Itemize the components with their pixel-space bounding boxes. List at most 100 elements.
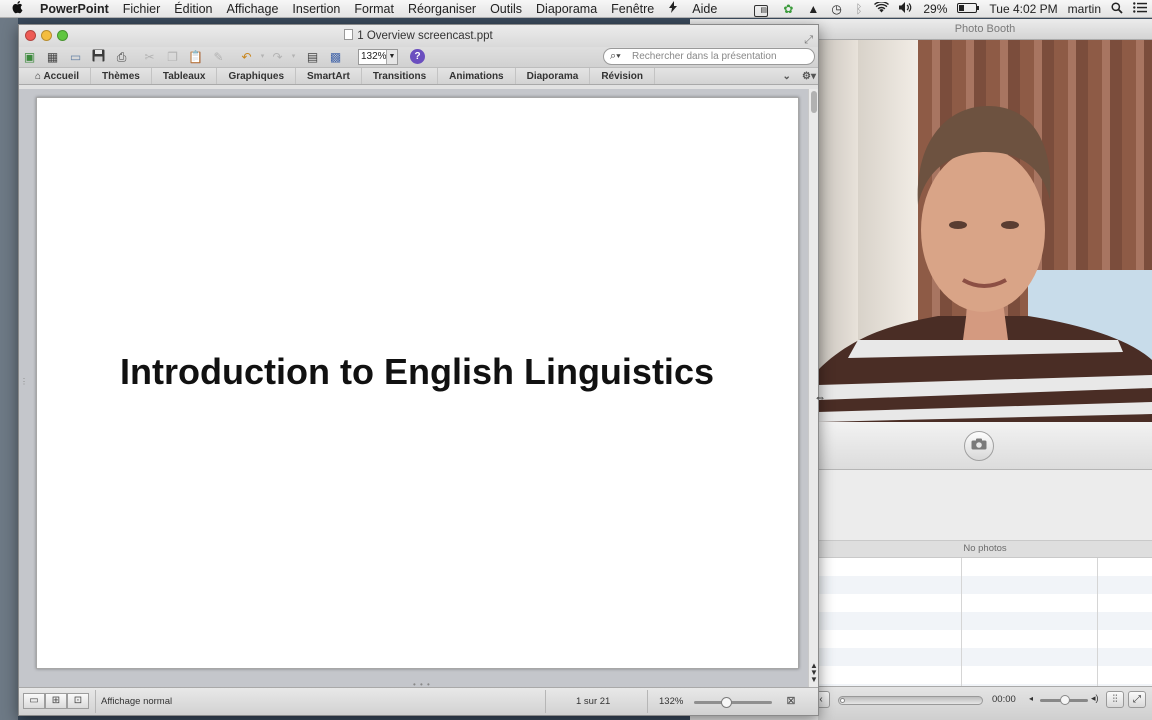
tab-revision[interactable]: Révision [590,68,655,84]
fit-to-window-icon[interactable]: ⊠ [783,693,799,709]
tab-themes[interactable]: Thèmes [91,68,152,84]
search-field[interactable]: ⌕▾ Rechercher dans la présentation [603,48,815,65]
evernote-icon[interactable]: ✿ [773,2,797,16]
help-button[interactable]: ? [410,49,425,64]
battery-percent[interactable]: 29% [918,2,952,16]
take-photo-button[interactable] [964,431,994,461]
save-icon[interactable] [90,49,107,65]
scroll-thumb[interactable] [811,91,817,113]
search-icon[interactable]: ⌕▾ [610,49,621,64]
zoom-dropdown-icon[interactable]: ▼ [386,50,397,64]
open-icon[interactable]: ▭ [67,49,84,65]
script-menu-icon[interactable] [661,1,685,16]
zoom-select[interactable]: 132% ▼ [358,49,398,65]
tab-label: Accueil [43,71,80,82]
photo-tray [818,470,1152,540]
ribbon-settings-gear-icon[interactable]: ⚙▾ [802,71,816,82]
camera-icon [971,437,987,455]
wifi-icon[interactable] [869,1,894,16]
slide-canvas[interactable]: Introduction to English Linguistics [36,97,799,669]
person-silhouette [818,106,1152,422]
ppt-title-bar: 1 Overview screencast.ppt ⤢ [19,25,818,47]
normal-view-button[interactable]: ▭ [23,693,45,709]
playback-progress-bar[interactable] [838,696,983,705]
format-painter-icon[interactable]: ✎ [210,49,227,65]
desktop-background [0,18,18,720]
menu-extras: ▤ ✿ ▲ ◷ ᛒ 29% Tue 4:02 PM martin [749,0,1152,18]
slideshow-view-button[interactable]: ⊡ [67,693,89,709]
volume-low-icon: ◂ [1029,694,1034,703]
menu-insertion[interactable]: Insertion [285,2,347,16]
tab-graphiques[interactable]: Graphiques [217,68,297,84]
zoom-slider[interactable] [694,697,772,708]
divider [95,690,96,713]
minimize-window-button[interactable] [41,30,52,41]
no-photos-label: No photos [818,540,1152,558]
menu-affichage[interactable]: Affichage [220,2,286,16]
menu-app-powerpoint[interactable]: PowerPoint [36,2,116,16]
volume-knob[interactable] [1060,695,1070,705]
bluetooth-icon[interactable]: ᛒ [845,2,869,16]
document-icon [344,29,354,40]
menu-reorganiser[interactable]: Réorganiser [401,2,483,16]
slide-sorter-view-button[interactable]: ⊞ [45,693,67,709]
playback-knob[interactable] [840,698,845,703]
gallery-toggle-icon[interactable]: ▤ [304,49,321,65]
menu-bar: PowerPoint Fichier Édition Affichage Ins… [0,0,1152,18]
redo-dropdown-icon[interactable]: ▾ [285,49,302,65]
cut-icon[interactable]: ✂ [141,49,158,65]
google-drive-icon[interactable]: ▲ [797,2,821,16]
zoom-slider-knob[interactable] [720,697,732,708]
user-name[interactable]: martin [1063,2,1106,16]
window-title: 1 Overview screencast.ppt [357,30,493,42]
tab-accueil[interactable]: ⌂ Accueil [19,68,92,84]
view-mode-label: Affichage normal [101,696,173,707]
pane-resize-grip[interactable]: ⋮ [20,378,28,386]
fullscreen-button[interactable]: ⤢ [1128,691,1146,708]
volume-slider[interactable] [1040,695,1088,705]
search-placeholder: Rechercher dans la présentation [632,51,777,62]
spotlight-search-icon[interactable] [1106,1,1128,17]
divider [545,690,546,713]
ribbon-collapse-icon[interactable]: ⌄ [783,71,791,82]
column-divider [1097,558,1098,686]
redo-icon[interactable]: ↷ [269,49,286,65]
menu-edition[interactable]: Édition [167,2,219,16]
mouse-cursor-icon: ⇔ [814,390,826,404]
zoom-window-button[interactable] [57,30,68,41]
screen-recording-icon[interactable]: ▤ [749,1,773,17]
standard-toolbar: ▣ ▦ ▭ ⎙ ✂ ❐ 📋 ✎ ↶ ▾ ↷ ▾ ▤ ▩ 132% ▼ ? ⌕▾ … [19,47,818,67]
menu-outils[interactable]: Outils [483,2,529,16]
notification-center-icon[interactable] [1128,2,1152,16]
vertical-scrollbar[interactable]: ▲ ▼ ▼ [808,89,818,687]
new-from-template-icon[interactable]: ▦ [44,49,61,65]
slide-nav-arrows-icon[interactable]: ▲ ▼ ▼ [809,662,819,684]
print-icon[interactable]: ⎙ [113,49,130,65]
volume-icon[interactable] [894,2,918,16]
menu-fichier[interactable]: Fichier [116,2,168,16]
close-window-button[interactable] [25,30,36,41]
tab-smartart[interactable]: SmartArt [296,68,362,84]
equalizer-button[interactable]: ⫶⫶ [1106,691,1124,708]
divider [647,690,648,713]
ribbon-tabs: ⌂ Accueil Thèmes Tableaux Graphiques Sma… [19,67,818,85]
menu-format[interactable]: Format [347,2,401,16]
slide-title[interactable]: Introduction to English Linguistics [37,351,797,393]
paste-icon[interactable]: 📋 [187,49,204,65]
time-machine-icon[interactable]: ◷ [821,2,845,16]
menu-aide[interactable]: Aide [685,2,724,16]
undo-icon[interactable]: ↶ [238,49,255,65]
battery-icon[interactable] [952,2,984,16]
clock[interactable]: Tue 4:02 PM [984,2,1062,16]
copy-icon[interactable]: ❐ [164,49,181,65]
menu-diaporama[interactable]: Diaporama [529,2,604,16]
tab-transitions[interactable]: Transitions [362,68,439,84]
new-presentation-icon[interactable]: ▣ [21,49,38,65]
slideshow-icon[interactable]: ▩ [327,49,344,65]
tab-animations[interactable]: Animations [438,68,516,84]
tab-tableaux[interactable]: Tableaux [152,68,218,84]
menu-fenetre[interactable]: Fenêtre [604,2,661,16]
playback-time: 00:00 [992,694,1016,705]
apple-menu-icon[interactable] [0,0,36,17]
tab-diaporama[interactable]: Diaporama [516,68,591,84]
